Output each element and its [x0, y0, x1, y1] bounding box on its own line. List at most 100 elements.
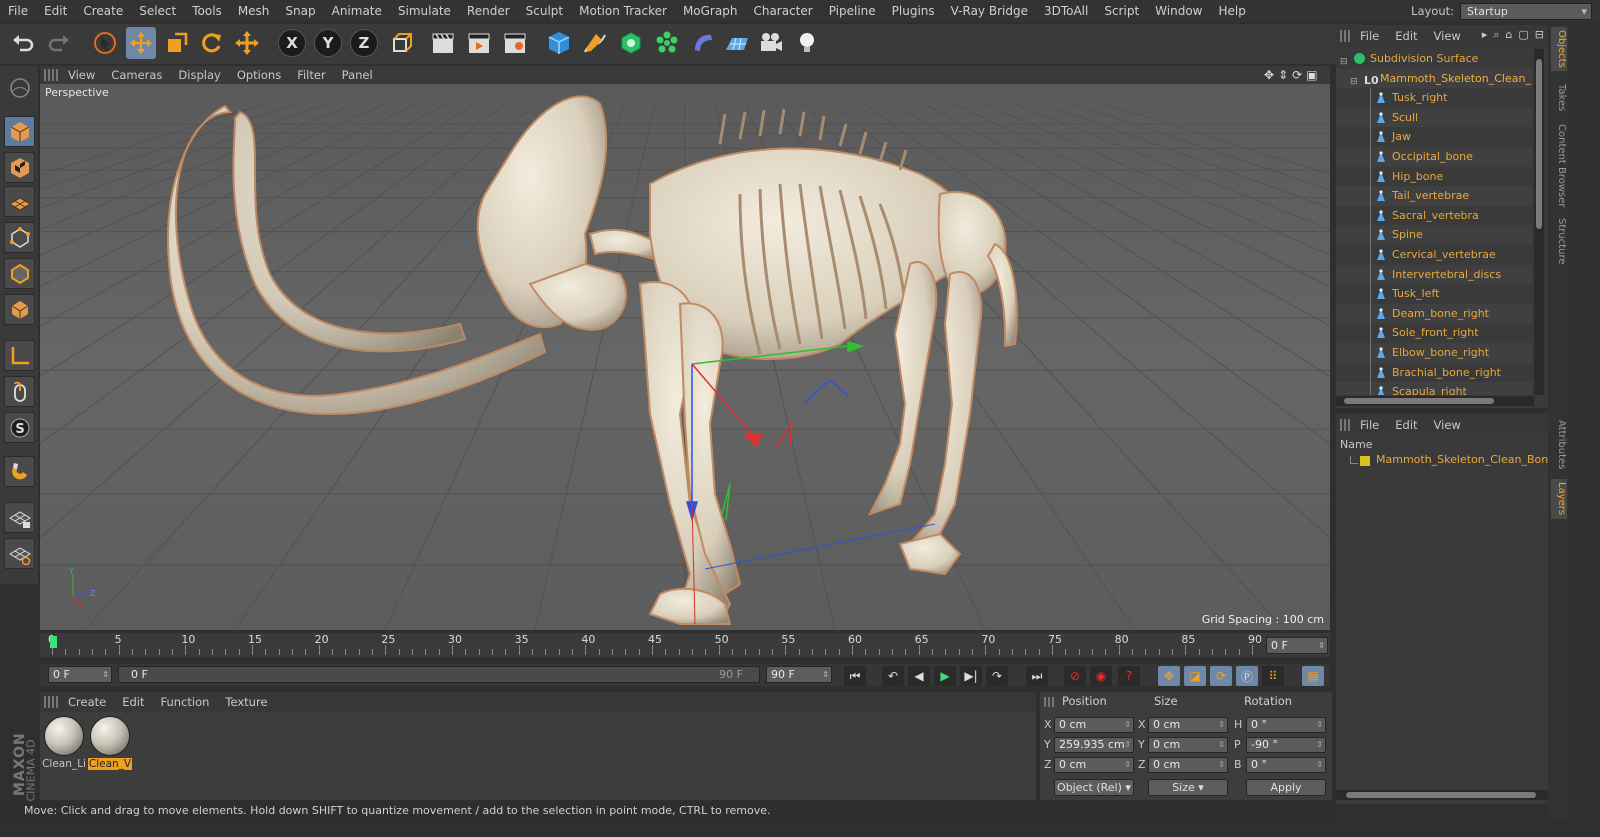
tab-layers[interactable]: Layers — [1551, 479, 1567, 519]
polygons-mode-button[interactable] — [4, 294, 35, 325]
orbit-view-icon[interactable]: ⟳ — [1292, 68, 1302, 82]
next-frame-button[interactable]: ▶| — [960, 666, 982, 686]
current-frame-field[interactable]: 0 F ⇕ — [1266, 637, 1328, 654]
add-cube-button[interactable] — [544, 27, 574, 59]
key-pla-toggle[interactable]: ⠿ — [1262, 666, 1284, 686]
locked-workplane-button[interactable] — [4, 502, 35, 533]
size-x-field[interactable]: 0 cm — [1148, 717, 1228, 733]
object-row-group[interactable]: ⊟ L0 Mammoth_Skeleton_Clean_Bo — [1336, 68, 1532, 89]
material-clean-v[interactable]: Clean_V — [88, 716, 132, 772]
object-row-tusk-right[interactable]: Tusk_right — [1336, 88, 1532, 108]
object-vertical-scrollbar[interactable] — [1534, 49, 1544, 395]
viewport-menu-options[interactable]: Options — [229, 68, 289, 82]
perspective-viewport[interactable]: Y Z X Perspective Grid Spacing : 100 cm — [40, 84, 1330, 630]
object-row-tail-vertebrae[interactable]: Tail_vertebrae — [1336, 186, 1532, 206]
object-row-scapula-right[interactable]: Scapula_right — [1336, 382, 1532, 395]
pan-view-icon[interactable]: ✥ — [1264, 68, 1274, 82]
key-rotation-toggle[interactable]: ⟳ — [1210, 666, 1232, 686]
material-menu-create[interactable]: Create — [60, 695, 114, 709]
layer-horizontal-scrollbar[interactable] — [1336, 790, 1548, 800]
y-axis-toggle[interactable]: Y — [314, 29, 342, 57]
previous-frame-button[interactable]: ◀ — [908, 666, 930, 686]
material-menu-function[interactable]: Function — [153, 695, 218, 709]
layer-menu-edit[interactable]: Edit — [1387, 418, 1425, 432]
texture-mode-button[interactable] — [4, 152, 35, 183]
key-scale-toggle[interactable]: ◪ — [1184, 666, 1206, 686]
viewport-menu-panel[interactable]: Panel — [334, 68, 381, 82]
next-key-button[interactable]: ↷ — [986, 666, 1008, 686]
object-row-cervical-vertebrae[interactable]: Cervical_vertebrae — [1336, 245, 1532, 265]
redo-button[interactable] — [44, 27, 74, 59]
pin-icon[interactable]: ⊟ — [1535, 28, 1544, 42]
edges-mode-button[interactable] — [4, 258, 35, 289]
object-row-hip-bone[interactable]: Hip_bone — [1336, 166, 1532, 187]
add-deformer-button[interactable] — [688, 27, 718, 59]
transform-tool-button[interactable] — [232, 27, 262, 59]
tab-objects[interactable]: Objects — [1551, 27, 1567, 71]
object-row-sacral-vertebra[interactable]: Sacral_vertebra — [1336, 205, 1532, 226]
play-button[interactable]: ▶ — [934, 666, 956, 686]
goto-end-button[interactable]: ⏭ — [1026, 666, 1048, 686]
object-row-intervertebral-discs[interactable]: Intervertebral_discs — [1336, 264, 1532, 285]
object-row-brachial-bone-right[interactable]: Brachial_bone_right — [1336, 362, 1532, 383]
material-clean-li[interactable]: Clean_Li — [42, 716, 86, 772]
menu-sculpt[interactable]: Sculpt — [518, 0, 571, 22]
key-position-toggle[interactable]: ✥ — [1158, 666, 1180, 686]
start-frame-field[interactable]: 0 F ⇕ — [48, 666, 112, 683]
rotation-h-field[interactable]: 0 ° — [1246, 717, 1326, 733]
tweak-mode-button[interactable] — [4, 376, 35, 407]
live-selection-button[interactable] — [90, 27, 120, 59]
tab-attributes[interactable]: Attributes — [1551, 417, 1567, 473]
model-mode-button[interactable] — [4, 116, 35, 147]
workplane-mode-button[interactable] — [4, 186, 35, 217]
menu-plugins[interactable]: Plugins — [884, 0, 943, 22]
layer-row[interactable]: Mammoth_Skeleton_Clean_Bones — [1336, 452, 1561, 470]
add-environment-button[interactable] — [722, 27, 752, 59]
material-menu-texture[interactable]: Texture — [217, 695, 275, 709]
add-generator-button[interactable] — [616, 27, 646, 59]
dolly-view-icon[interactable]: ⇕ — [1278, 68, 1288, 82]
coordinate-system-button[interactable] — [386, 27, 416, 59]
collapse-toggle-icon[interactable]: ⊟ — [1350, 73, 1358, 89]
menu-character[interactable]: Character — [745, 0, 820, 22]
layer-color-swatch[interactable] — [1360, 456, 1370, 466]
viewport-menu-view[interactable]: View — [60, 68, 103, 82]
material-menu-edit[interactable]: Edit — [114, 695, 152, 709]
viewport-menu-display[interactable]: Display — [170, 68, 228, 82]
menu-create[interactable]: Create — [75, 0, 131, 22]
layer-menu-file[interactable]: File — [1352, 418, 1387, 432]
render-settings-button[interactable] — [500, 27, 530, 59]
menu-script[interactable]: Script — [1096, 0, 1147, 22]
menu-animate[interactable]: Animate — [324, 0, 390, 22]
size-mode-dropdown[interactable]: Size ▾ — [1148, 779, 1228, 796]
new-view-icon[interactable]: ▢ — [1518, 28, 1528, 42]
object-row-occipital-bone[interactable]: Occipital_bone — [1336, 147, 1532, 167]
layer-horizontal-thumb[interactable] — [1346, 792, 1536, 798]
object-row-tusk-left[interactable]: Tusk_left — [1336, 284, 1532, 304]
rotate-tool-button[interactable] — [196, 27, 226, 59]
menu-window[interactable]: Window — [1147, 0, 1210, 22]
object-menu-edit[interactable]: Edit — [1387, 29, 1425, 43]
playhead[interactable] — [50, 636, 57, 648]
points-mode-button[interactable] — [4, 222, 35, 253]
timeline-editor-button[interactable]: ▤ — [1302, 666, 1324, 686]
apply-button[interactable]: Apply — [1246, 779, 1326, 796]
object-horizontal-thumb[interactable] — [1344, 398, 1494, 404]
menu-mesh[interactable]: Mesh — [230, 0, 278, 22]
menu-v-ray-bridge[interactable]: V-Ray Bridge — [943, 0, 1036, 22]
object-row-spine[interactable]: Spine — [1336, 225, 1532, 245]
object-menu-view[interactable]: View — [1426, 29, 1469, 43]
viewport-menu-cameras[interactable]: Cameras — [103, 68, 170, 82]
object-row-deam-bone-right[interactable]: Deam_bone_right — [1336, 303, 1532, 324]
rotation-p-field[interactable]: -90 ° — [1246, 737, 1326, 753]
position-x-field[interactable]: 0 cm — [1054, 717, 1134, 733]
timeline-ruler[interactable]: 051015202530354045505560657075808590 0 F… — [40, 633, 1330, 657]
search-icon[interactable]: ⌕ — [1493, 28, 1499, 42]
record-key-button[interactable]: ⊘ — [1064, 666, 1086, 686]
add-mograph-button[interactable] — [652, 27, 682, 59]
tab-structure[interactable]: Structure — [1551, 215, 1567, 267]
add-spline-button[interactable] — [580, 27, 610, 59]
goto-start-button[interactable]: ⏮ — [844, 666, 866, 686]
menu-tools[interactable]: Tools — [184, 0, 230, 22]
position-y-field[interactable]: 259.935 cm — [1054, 737, 1134, 753]
